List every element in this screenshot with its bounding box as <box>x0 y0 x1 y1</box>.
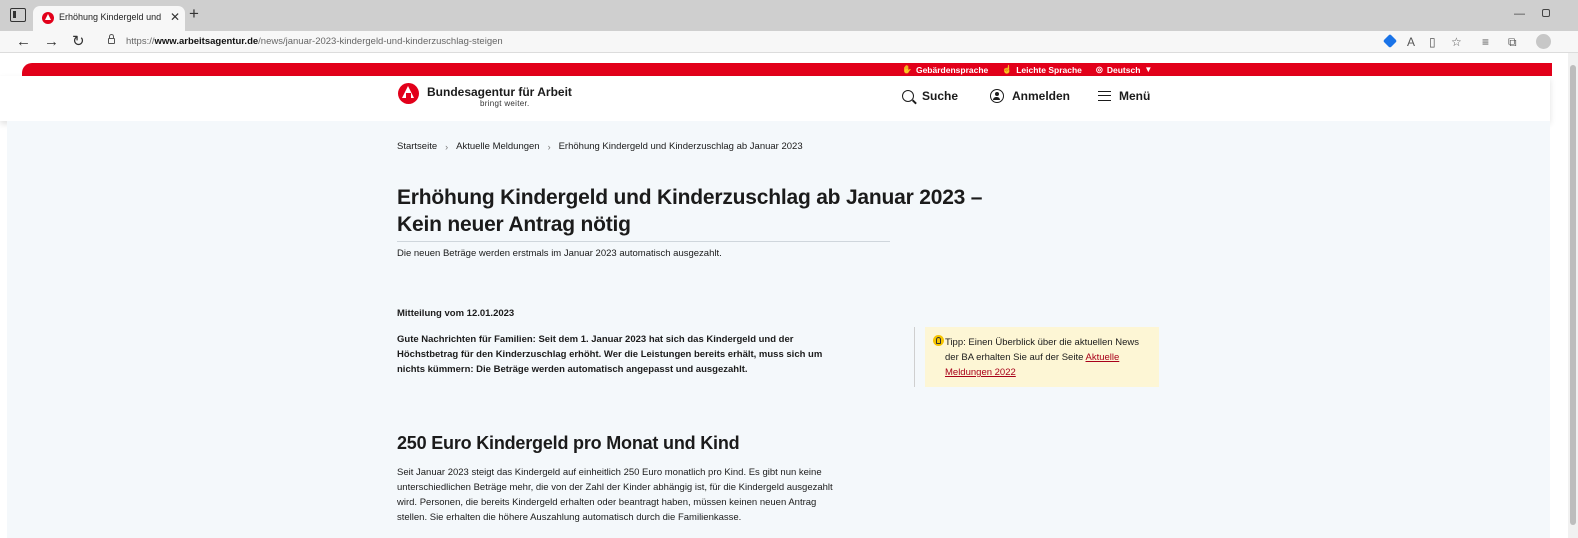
search-button[interactable]: Suche <box>902 89 958 103</box>
browser-tab-bar: Erhöhung Kindergeld und Kinde ✕ + — <box>0 0 1578 31</box>
collections-icon[interactable]: ⧉ <box>1508 34 1517 50</box>
section-title: 250 Euro Kindergeld pro Monat und Kind <box>397 433 740 453</box>
ba-favicon-icon <box>42 12 54 24</box>
language-select[interactable]: ◎ Deutsch ▼ <box>1096 65 1152 75</box>
ba-logo-icon[interactable] <box>398 83 419 104</box>
tab-title: Erhöhung Kindergeld und Kinde <box>59 12 164 22</box>
login-label: Anmelden <box>1012 89 1071 103</box>
page-title: Erhöhung Kindergeld und Kinderzuschlag a… <box>397 186 983 236</box>
menu-label: Menü <box>1119 89 1151 103</box>
search-label: Suche <box>922 89 959 103</box>
add-favorite-icon[interactable]: ☆ <box>1451 34 1462 50</box>
tab-close-icon[interactable]: ✕ <box>170 10 180 24</box>
breadcrumb-current: Erhöhung Kindergeld und Kinderzuschlag a… <box>558 141 803 152</box>
url-text: https://www.arbeitsagentur.de/news/janua… <box>126 36 503 47</box>
login-button[interactable]: Anmelden <box>990 89 1070 103</box>
easy-language-link[interactable]: ☝ Leichte Sprache <box>1002 65 1082 75</box>
browser-tab[interactable]: Erhöhung Kindergeld und Kinde ✕ <box>33 6 185 31</box>
easy-language-label: Leichte Sprache <box>1016 64 1082 75</box>
chevron-right-icon: › <box>445 141 449 152</box>
sign-language-icon: ✋ <box>902 65 912 74</box>
breadcrumb: Startseite › Aktuelle Meldungen › Erhöhu… <box>397 141 803 152</box>
profile-avatar[interactable] <box>1536 34 1551 49</box>
lead-text: Die neuen Beträge werden erstmals im Jan… <box>397 248 722 259</box>
tip-box: Tipp: Einen Überblick über die aktuellen… <box>925 327 1159 387</box>
intro-text: Gute Nachrichten für Familien: Seit dem … <box>397 334 823 375</box>
minimize-icon[interactable]: — <box>1514 8 1525 20</box>
service-links: ✋ Gebärdensprache ☝ Leichte Sprache ◎ Deuts… <box>902 63 1152 76</box>
sign-language-label: Gebärdensprache <box>915 64 989 75</box>
menu-icon <box>1098 91 1111 101</box>
section-text: Seit Januar 2023 steigt das Kindergeld a… <box>397 467 833 523</box>
maximize-icon[interactable] <box>1542 9 1550 17</box>
scrollbar[interactable] <box>1568 53 1578 538</box>
tip-divider <box>914 327 915 387</box>
reload-icon[interactable]: ↻ <box>72 33 85 51</box>
easy-language-icon: ☝ <box>1002 65 1013 74</box>
browser-address-bar: ← → ↻ https://www.arbeitsagentur.de/news… <box>0 31 1578 53</box>
menu-button[interactable]: Menü <box>1098 89 1150 103</box>
lock-icon <box>108 34 115 44</box>
breadcrumb-news[interactable]: Aktuelle Meldungen <box>456 141 539 152</box>
user-icon <box>990 89 1004 103</box>
reader-view-icon[interactable]: ▯ <box>1429 34 1436 50</box>
favorites-icon[interactable]: ≡ <box>1482 34 1489 50</box>
brand-name[interactable]: Bundesagentur für Arbeit <box>427 85 572 99</box>
new-tab-icon[interactable]: + <box>189 5 199 23</box>
back-icon[interactable]: ← <box>16 33 31 51</box>
service-bar: ✋ Gebärdensprache ☝ Leichte Sprache ◎ Deuts… <box>22 63 1552 76</box>
forward-icon[interactable]: → <box>44 33 59 51</box>
globe-icon: ◎ <box>1095 65 1103 74</box>
shopping-tag-icon[interactable] <box>1382 33 1398 49</box>
sign-language-link[interactable]: ✋ Gebärdensprache <box>902 65 988 75</box>
main-content: Startseite › Aktuelle Meldungen › Erhöhu… <box>7 121 1550 538</box>
read-aloud-icon[interactable]: A <box>1407 34 1415 50</box>
language-label: Deutsch <box>1106 64 1141 75</box>
page-viewport: ✋ Gebärdensprache ☝ Leichte Sprache ◎ Deuts… <box>0 53 1578 538</box>
search-icon <box>902 90 914 102</box>
tip-text: Tipp: Einen Überblick über die aktuellen… <box>945 335 1150 380</box>
date-line: Mitteilung vom 12.01.2023 <box>397 308 515 319</box>
tab-actions-icon[interactable] <box>10 8 26 22</box>
scrollbar-thumb[interactable] <box>1570 65 1576 525</box>
breadcrumb-home[interactable]: Startseite <box>397 141 437 152</box>
title-divider <box>397 241 890 242</box>
url-input[interactable]: https://www.arbeitsagentur.de/news/janua… <box>96 33 1366 51</box>
site-header: Bundesagentur für Arbeit bringt weiter. … <box>0 76 1550 121</box>
brand-claim: bringt weiter. <box>480 99 530 108</box>
chevron-right-icon: › <box>547 141 551 152</box>
lightbulb-icon <box>933 335 944 346</box>
chevron-down-icon: ▼ <box>1144 65 1153 74</box>
